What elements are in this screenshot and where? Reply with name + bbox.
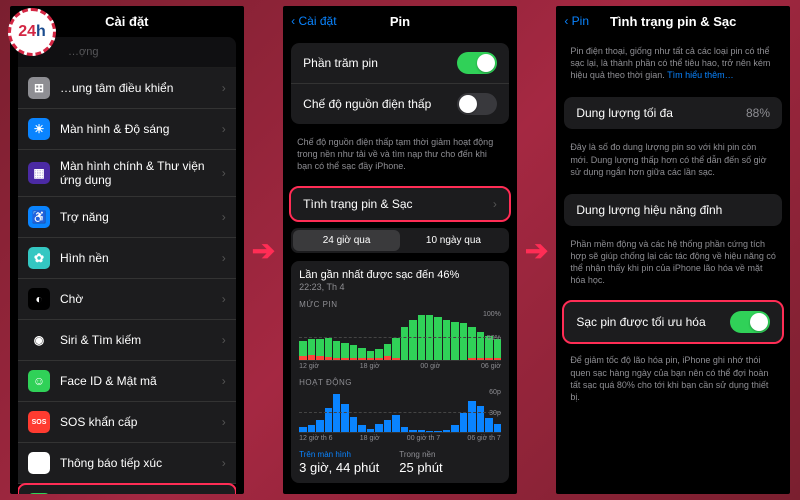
settings-row[interactable]: ♿Trợ năng› xyxy=(18,197,236,238)
settings-row[interactable]: ☀Màn hình & Độ sáng› xyxy=(18,109,236,150)
activity-chart: 60p 30p xyxy=(299,391,501,433)
settings-row[interactable]: ▮Pin› xyxy=(18,484,236,494)
row-icon: ♿ xyxy=(28,206,50,228)
optimized-charging-row[interactable]: Sạc pin được tối ưu hóa xyxy=(564,302,782,342)
screen-off-value: 25 phút xyxy=(399,460,442,475)
battery-health-row[interactable]: Tình trạng pin & Sạc › xyxy=(291,188,509,220)
screen-off-label: Trong nền xyxy=(399,450,442,459)
tab-10days[interactable]: 10 ngày qua xyxy=(400,230,507,251)
screen-on-value: 3 giờ, 44 phút xyxy=(299,460,379,475)
last-charge-title: Lần gần nhất được sạc đến 46% xyxy=(299,269,501,281)
arrow-icon: ➔ xyxy=(250,234,277,267)
low-power-note: Chế độ nguồn điện thấp tạm thời giảm hoạ… xyxy=(283,132,517,180)
row-icon: ◉ xyxy=(28,329,50,351)
back-button[interactable]: ‹ Pin xyxy=(564,14,589,28)
battery-level-chart: 100% 50% xyxy=(299,313,501,361)
chevron-right-icon: › xyxy=(222,415,226,429)
settings-row[interactable]: SOSSOS khẩn cấp› xyxy=(18,402,236,443)
settings-row[interactable]: ✿Hình nền› xyxy=(18,238,236,279)
row-icon: ☺ xyxy=(28,370,50,392)
tab-24h[interactable]: 24 giờ qua xyxy=(293,230,400,251)
time-range-tabs: 24 giờ qua 10 ngày qua xyxy=(291,228,509,253)
max-capacity-row: Dung lượng tối đa 88% xyxy=(564,97,782,129)
row-icon: ☀ xyxy=(28,118,50,140)
battery-percentage-row[interactable]: Phần trăm pin xyxy=(291,43,509,84)
settings-row[interactable]: ◐Chờ› xyxy=(18,279,236,320)
chevron-right-icon: › xyxy=(222,122,226,136)
screen-on-label: Trên màn hình xyxy=(299,450,379,459)
settings-panel: Cài đặt …ợng⊞…ung tâm điều khiển›☀Màn hì… xyxy=(10,6,244,494)
chevron-right-icon: › xyxy=(222,81,226,95)
chevron-right-icon: › xyxy=(222,251,226,265)
settings-row[interactable]: ☺Face ID & Mật mã› xyxy=(18,361,236,402)
peak-performance-row: Dung lượng hiệu năng đỉnh xyxy=(564,194,782,226)
arrow-icon: ➔ xyxy=(523,234,550,267)
row-icon: ⊕ xyxy=(28,452,50,474)
max-cap-note: Đây là số đo dung lượng pin so với khi p… xyxy=(556,137,790,185)
learn-more-link[interactable]: Tìm hiểu thêm… xyxy=(667,70,734,80)
chevron-right-icon: › xyxy=(222,456,226,470)
row-icon: ✿ xyxy=(28,247,50,269)
intro-note: Pin điện thoại, giống như tất cả các loạ… xyxy=(556,35,790,89)
peak-note: Phần mềm động và các hệ thống phần cứng … xyxy=(556,234,790,295)
header-title: Tình trạng pin & Sạc xyxy=(610,14,736,29)
activity-label: HOẠT ĐỘNG xyxy=(299,378,501,387)
settings-row[interactable]: ⊕Thông báo tiếp xúc› xyxy=(18,443,236,484)
battery-percentage-toggle[interactable] xyxy=(457,52,497,74)
chevron-right-icon: › xyxy=(222,292,226,306)
settings-row[interactable]: ▦Màn hình chính & Thư viện ứng dụng› xyxy=(18,150,236,197)
chevron-right-icon: › xyxy=(222,210,226,224)
last-charge-time: 22:23, Th 4 xyxy=(299,282,501,292)
settings-row[interactable]: ⊞…ung tâm điều khiển› xyxy=(18,68,236,109)
chevron-right-icon: › xyxy=(222,374,226,388)
row-icon: SOS xyxy=(28,411,50,433)
max-capacity-value: 88% xyxy=(746,106,770,120)
battery-health-panel: ‹ Pin Tình trạng pin & Sạc Pin điện thoạ… xyxy=(556,6,790,494)
low-power-row[interactable]: Chế độ nguồn điện thấp xyxy=(291,84,509,124)
back-button[interactable]: ‹ Cài đặt xyxy=(291,14,336,28)
chevron-right-icon: › xyxy=(222,166,226,180)
battery-panel: ‹ Cài đặt Pin Phần trăm pin Chế độ nguồn… xyxy=(283,6,517,494)
row-icon: ◐ xyxy=(28,288,50,310)
optimized-charging-toggle[interactable] xyxy=(730,311,770,333)
row-icon: ▮ xyxy=(28,493,50,494)
low-power-toggle[interactable] xyxy=(457,93,497,115)
chevron-right-icon: › xyxy=(222,333,226,347)
optimized-note: Để giảm tốc độ lão hóa pin, iPhone ghi n… xyxy=(556,350,790,411)
logo-24h: 24h xyxy=(8,8,56,56)
level-label: MỨC PIN xyxy=(299,300,501,309)
battery-chart-card: Lần gần nhất được sạc đến 46% 22:23, Th … xyxy=(291,261,509,483)
row-icon: ▦ xyxy=(28,162,50,184)
chevron-right-icon: › xyxy=(493,197,497,211)
header-title: Pin xyxy=(390,14,410,29)
settings-row[interactable]: ◉Siri & Tìm kiếm› xyxy=(18,320,236,361)
row-icon: ⊞ xyxy=(28,77,50,99)
